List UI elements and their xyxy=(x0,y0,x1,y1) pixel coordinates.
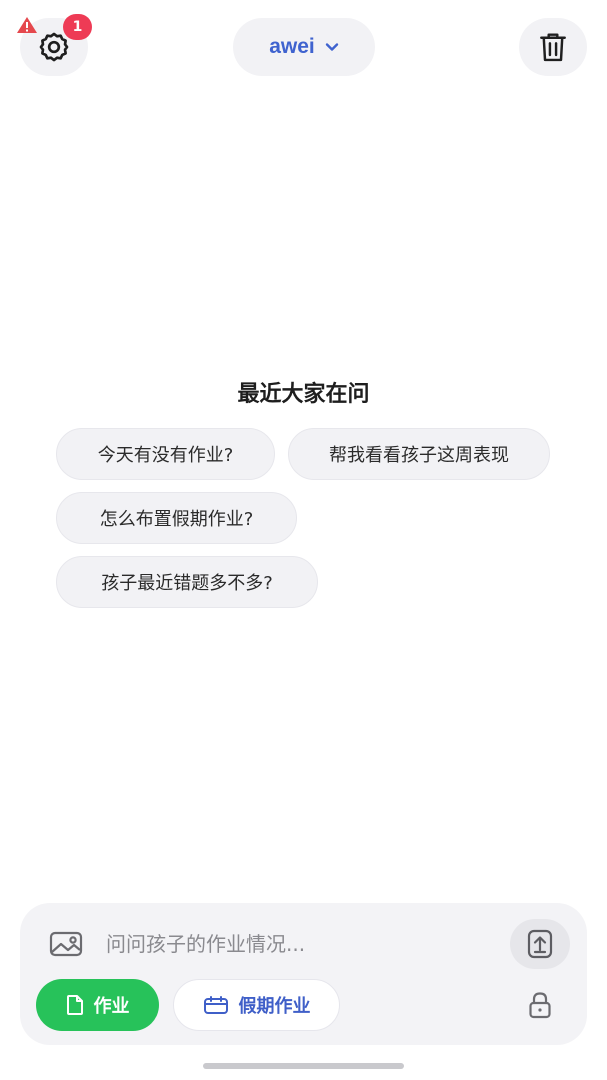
suggestion-chip[interactable]: 帮我看看孩子这周表现 xyxy=(288,428,550,480)
notification-badge: 1 xyxy=(63,14,92,40)
user-name: awei xyxy=(269,35,315,58)
upload-arrow-icon xyxy=(527,929,553,959)
image-icon xyxy=(49,931,83,957)
lock-icon xyxy=(529,992,551,1019)
user-selector[interactable]: awei xyxy=(233,18,375,76)
warning-triangle-icon xyxy=(17,17,37,33)
trash-icon xyxy=(540,33,566,62)
document-icon xyxy=(66,995,83,1015)
section-title: 最近大家在问 xyxy=(237,382,370,407)
image-upload-button[interactable] xyxy=(48,929,84,959)
send-button[interactable] xyxy=(510,919,570,969)
delete-button[interactable] xyxy=(519,18,587,76)
suggestion-chip[interactable]: 今天有没有作业? xyxy=(56,428,275,480)
suggestion-chip[interactable]: 怎么布置假期作业? xyxy=(56,492,297,544)
suggestion-chip[interactable]: 孩子最近错题多不多? xyxy=(56,556,318,608)
chevron-down-icon xyxy=(325,43,338,51)
homework-mode-label: 作业 xyxy=(93,996,130,1017)
holiday-homework-mode-button[interactable]: 假期作业 xyxy=(173,979,340,1031)
message-input[interactable] xyxy=(106,923,486,965)
lock-button[interactable] xyxy=(525,989,555,1021)
homework-mode-button[interactable]: 作业 xyxy=(36,979,159,1031)
calendar-icon xyxy=(203,996,228,1014)
holiday-homework-mode-label: 假期作业 xyxy=(238,996,311,1017)
message-composer: 作业 假期作业 xyxy=(20,903,587,1045)
home-indicator xyxy=(203,1063,404,1069)
